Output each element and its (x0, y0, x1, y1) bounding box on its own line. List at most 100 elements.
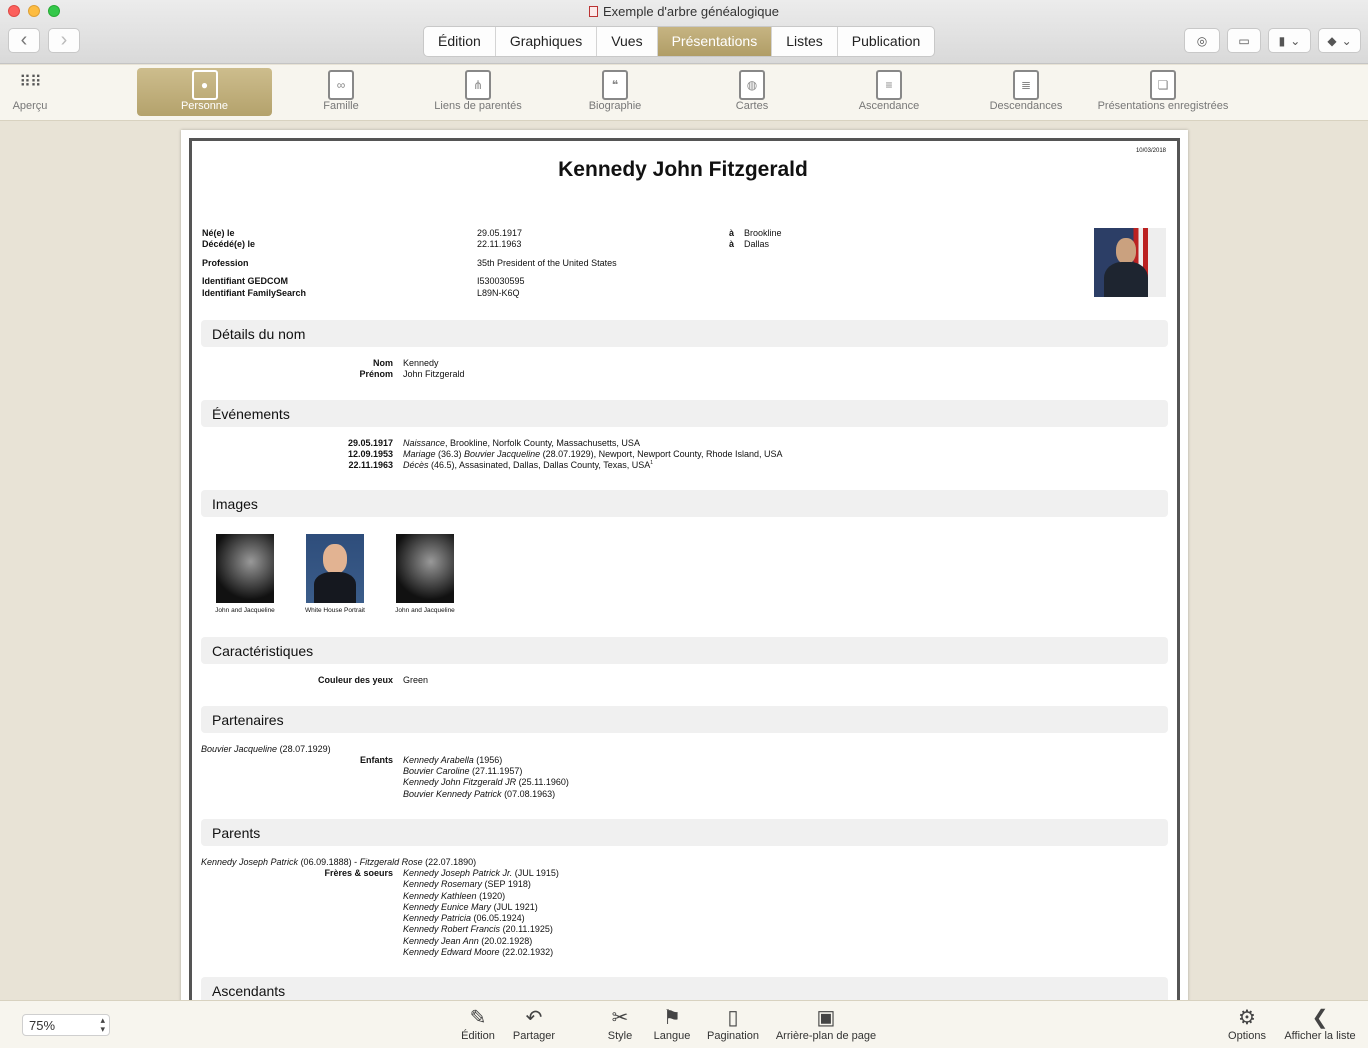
siblings-label: Frères & soeurs (324, 868, 393, 878)
stacked-documents-icon: ❏ (1150, 70, 1176, 100)
grid-icon: ⠿⠿ (19, 74, 41, 91)
photo-head (1116, 238, 1136, 264)
share-arrow-icon: ↶ (525, 1007, 543, 1029)
tool-personne[interactable]: ● Personne (137, 68, 272, 116)
style-label: Style (607, 1030, 633, 1042)
tool-biographie[interactable]: ❝ Biographie (549, 68, 681, 116)
event-partner[interactable]: Bouvier Jacqueline (464, 449, 540, 459)
title-bar: Exemple d'arbre généalogique ‹ › Édition… (0, 0, 1368, 64)
sidebar-toggle-button[interactable]: ▭ (1227, 28, 1261, 53)
sibling-name[interactable]: Kennedy Edward Moore (403, 947, 500, 957)
sibling-item: Kennedy Patricia (06.05.1924) (403, 913, 525, 923)
sibling-item: Kennedy Eunice Mary (JUL 1921) (403, 902, 538, 912)
image-caption: White House Portrait (305, 607, 365, 614)
died-date: 22.11.1963 (477, 239, 522, 249)
language-button[interactable]: ⚑ Langue (650, 1006, 694, 1042)
image-thumbnail[interactable] (396, 534, 454, 603)
sibling-date: (20.11.1925) (500, 924, 553, 934)
image-icon: ▣ (816, 1007, 836, 1029)
partner-date: (28.07.1929) (277, 744, 331, 754)
source-footnote: 1 (650, 460, 654, 466)
child-name[interactable]: Kennedy Arabella (403, 755, 474, 765)
tool-liens-parentes[interactable]: ⋔ Liens de parentés (412, 68, 544, 116)
edit-button[interactable]: ✎ Édition (453, 1006, 503, 1042)
chevron-right-icon: › (60, 29, 68, 51)
children-label: Enfants (359, 755, 393, 765)
tab-publication[interactable]: Publication (838, 27, 934, 56)
sibling-name[interactable]: Kennedy Jean Ann (403, 936, 479, 946)
forward-button[interactable]: › (48, 28, 80, 53)
tab-listes[interactable]: Listes (772, 27, 838, 56)
tool-famille[interactable]: ∞ Famille (275, 68, 407, 116)
child-name[interactable]: Kennedy John Fitzgerald JR (403, 777, 516, 787)
bookmark-icon: ▮ (1278, 33, 1286, 48)
back-button[interactable]: ‹ (8, 28, 40, 53)
apercu-button[interactable]: ⠿⠿ Aperçu (8, 68, 52, 116)
tab-graphiques[interactable]: Graphiques (496, 27, 598, 56)
zoom-select[interactable]: 75% ▴ ▾ (22, 1014, 110, 1036)
tool-descendances[interactable]: ≣ Descendances (960, 68, 1092, 116)
show-list-button[interactable]: ❮ Afficher la liste (1279, 1006, 1361, 1042)
sync-button[interactable]: ◎ (1184, 28, 1220, 53)
profession-label: Profession (202, 258, 249, 268)
style-button[interactable]: ✂ Style (599, 1006, 641, 1042)
pagination-button[interactable]: ▯ Pagination (702, 1006, 764, 1042)
image-thumbnail[interactable] (306, 534, 364, 603)
familysearch-label: Identifiant FamilySearch (202, 288, 307, 298)
tool-personne-label: Personne (180, 100, 229, 112)
tool-ascendance[interactable]: ≡ Ascendance (823, 68, 955, 116)
partner-name[interactable]: Bouvier Jacqueline (201, 744, 277, 754)
born-at-label: à (729, 228, 735, 238)
chevron-left-icon: ‹ (20, 29, 28, 51)
sibling-name[interactable]: Kennedy Robert Francis (403, 924, 500, 934)
child-name[interactable]: Bouvier Caroline (403, 766, 470, 776)
labels-button[interactable]: ◆ ⌄ (1318, 28, 1361, 53)
tool-descendances-label: Descendances (989, 100, 1063, 112)
sibling-name[interactable]: Kennedy Kathleen (403, 891, 477, 901)
sibling-date: (JUL 1915) (512, 868, 559, 878)
event-place: (28.07.1929), Newport, Newport County, R… (540, 449, 783, 459)
father-name[interactable]: Kennedy Joseph Patrick (201, 857, 298, 867)
bookmarks-button[interactable]: ▮ ⌄ (1268, 28, 1311, 53)
profession-value: 35th President of the United States (477, 258, 617, 268)
window-title: Exemple d'arbre généalogique (0, 4, 1368, 19)
tab-presentations[interactable]: Présentations (657, 27, 773, 56)
event-row: Naissance, Brookline, Norfolk County, Ma… (403, 438, 640, 448)
tool-biographie-label: Biographie (588, 100, 642, 112)
familysearch-value: L89N-K6Q (477, 288, 520, 298)
report-page[interactable]: 10/03/2018 Kennedy John Fitzgerald Né(e)… (181, 130, 1188, 1002)
pencil-icon: ✎ (469, 1007, 487, 1029)
section-name-details: Détails du nom (201, 320, 1168, 347)
sibling-name[interactable]: Kennedy Joseph Patrick Jr. (403, 868, 512, 878)
flag-icon: ⚑ (663, 1007, 681, 1029)
language-label: Langue (653, 1030, 691, 1042)
person-title: Kennedy John Fitzgerald (558, 158, 808, 181)
tab-edition[interactable]: Édition (424, 27, 496, 56)
tool-liens-label: Liens de parentés (434, 100, 522, 112)
tab-vues[interactable]: Vues (597, 27, 658, 56)
child-item: Bouvier Kennedy Patrick (07.08.1963) (403, 789, 555, 799)
stepper-arrows-icon: ▴ ▾ (100, 1015, 105, 1034)
event-type: Décès (403, 460, 429, 470)
mother-name[interactable]: Fitzgerald Rose (360, 857, 423, 867)
child-date: (27.11.1957) (469, 766, 523, 776)
section-parents: Parents (201, 819, 1168, 846)
sibling-name[interactable]: Kennedy Rosemary (403, 879, 482, 889)
sibling-date: (SEP 1918) (482, 879, 531, 889)
share-button[interactable]: ↶ Partager (507, 1006, 561, 1042)
tool-presentations-enregistrees[interactable]: ❏ Présentations enregistrées (1097, 68, 1229, 116)
child-item: Kennedy Arabella (1956) (403, 755, 502, 765)
eye-color-value: Green (403, 675, 429, 685)
globe-icon: ◍ (739, 70, 765, 100)
person-photo[interactable] (1094, 228, 1166, 297)
section-characteristics: Caractéristiques (201, 637, 1168, 664)
tool-cartes[interactable]: ◍ Cartes (686, 68, 818, 116)
sibling-name[interactable]: Kennedy Patricia (403, 913, 471, 923)
sibling-name[interactable]: Kennedy Eunice Mary (403, 902, 491, 912)
page-background-button[interactable]: ▣ Arrière-plan de page (772, 1006, 880, 1042)
child-name[interactable]: Bouvier Kennedy Patrick (403, 789, 502, 799)
image-thumbnail[interactable] (216, 534, 274, 603)
sidebar-icon: ▭ (1238, 33, 1250, 48)
options-button[interactable]: ⚙ Options (1224, 1006, 1270, 1042)
list-icon: ≡ (876, 70, 902, 100)
